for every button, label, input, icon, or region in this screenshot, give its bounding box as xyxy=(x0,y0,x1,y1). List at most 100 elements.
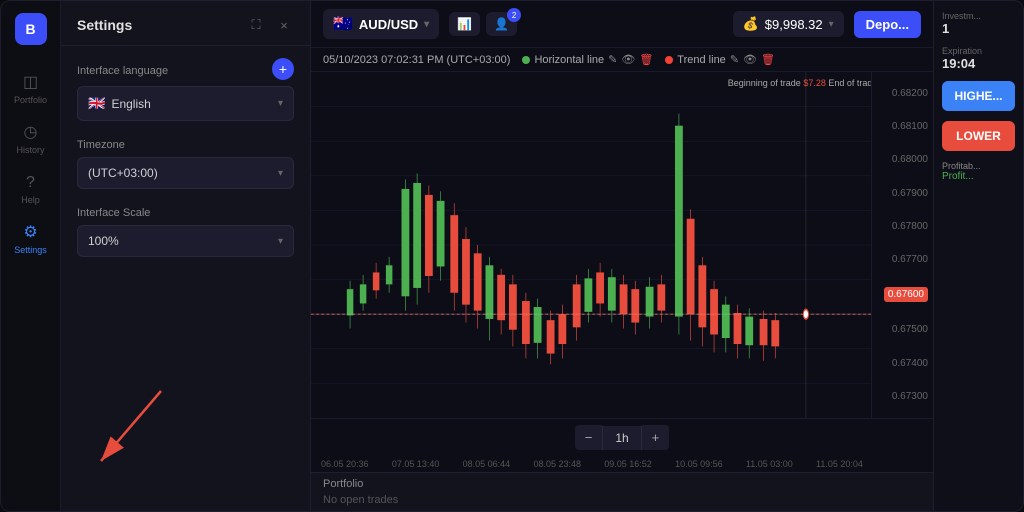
scale-select[interactable]: 100% ▾ xyxy=(77,225,294,257)
price-level-2: 0.68100 xyxy=(892,121,928,132)
pair-flag-icon: 🇦🇺 xyxy=(333,14,353,34)
sidebar-item-help[interactable]: ? Help xyxy=(1,165,60,215)
help-icon: ? xyxy=(26,175,35,191)
price-level-6: 0.67700 xyxy=(892,254,928,265)
horizontal-line-label: Horizontal line xyxy=(534,54,604,66)
sidebar-item-settings[interactable]: ⚙ Settings xyxy=(1,215,60,265)
investment-label: Investm... xyxy=(942,11,1015,21)
sidebar-item-history[interactable]: ◷ History xyxy=(1,115,60,165)
time-label-7: 11.05 03:00 xyxy=(746,459,793,469)
deposit-button[interactable]: Depo... xyxy=(854,11,921,38)
sidebar-item-label: History xyxy=(16,145,44,155)
settings-body: Interface language + 🇬🇧 English ▾ Timezo… xyxy=(61,46,310,273)
time-label-3: 08.05 06:44 xyxy=(463,459,511,469)
trend-line-tool[interactable]: Trend line ✎ 👁 🗑 xyxy=(665,53,775,66)
flag-icon: 🇬🇧 xyxy=(88,95,105,112)
sidebar-item-label: Settings xyxy=(14,245,47,255)
price-level-4: 0.67900 xyxy=(892,188,928,199)
timezone-field: Timezone (UTC+03:00) ▾ xyxy=(77,139,294,189)
top-bar: 🇦🇺 AUD/USD ▾ 📊 👤 2 💰 $9,998.32 ▾ Depo... xyxy=(311,1,933,48)
investment-section: Investm... 1 xyxy=(942,11,1015,36)
price-level-1: 0.68200 xyxy=(892,88,928,99)
horizontal-line-tool[interactable]: Horizontal line ✎ 👁 🗑 xyxy=(522,53,653,66)
timeframe-label: 1h xyxy=(602,426,641,450)
edit-icon2[interactable]: ✎ xyxy=(730,53,739,66)
settings-title: Settings xyxy=(77,17,132,33)
balance-value: $9,998.32 xyxy=(765,17,823,32)
chart-tools: 📊 👤 2 xyxy=(449,12,517,36)
eye-icon2[interactable]: 👁 xyxy=(743,53,757,66)
language-label: Interface language xyxy=(77,65,168,77)
settings-icon: ⚙ xyxy=(23,225,37,241)
app-logo: B xyxy=(15,13,47,45)
eye-icon[interactable]: 👁 xyxy=(621,53,635,66)
main-container: B ◫ Portfolio ◷ History ? Help ⚙ Setting… xyxy=(0,0,1024,512)
time-scale: 06.05 20:36 07.05 13:40 08.05 06:44 08.0… xyxy=(311,456,933,472)
sidebar-item-portfolio[interactable]: ◫ Portfolio xyxy=(1,65,60,115)
sidebar: B ◫ Portfolio ◷ History ? Help ⚙ Setting… xyxy=(1,1,61,511)
portfolio-empty: No open trades xyxy=(323,494,921,506)
timezone-select[interactable]: (UTC+03:00) ▾ xyxy=(77,157,294,189)
time-label-4: 08.05 23:48 xyxy=(533,459,581,469)
portfolio-bar: Portfolio No open trades xyxy=(311,472,933,511)
top-bar-right: 💰 $9,998.32 ▾ Depo... xyxy=(733,11,921,38)
profit-label: Profitab... xyxy=(942,161,1015,171)
sidebar-item-label: Help xyxy=(21,195,40,205)
language-value: English xyxy=(111,97,150,111)
lower-button[interactable]: LOWER xyxy=(942,121,1015,151)
price-level-9: 0.67400 xyxy=(892,358,928,369)
higher-button[interactable]: HIGHE... xyxy=(942,81,1015,111)
language-field: Interface language + 🇬🇧 English ▾ xyxy=(77,62,294,121)
price-scale: 0.68200 0.68100 0.68000 0.67900 0.67800 … xyxy=(871,72,933,418)
zoom-out-button[interactable]: − xyxy=(575,425,603,450)
profit-value: Profit... xyxy=(942,171,1015,182)
expand-button[interactable]: ⛶ xyxy=(246,15,266,35)
delete-icon[interactable]: 🗑 xyxy=(639,53,653,66)
portfolio-title: Portfolio xyxy=(323,478,921,490)
delete-icon2[interactable]: 🗑 xyxy=(761,53,775,66)
balance-button[interactable]: 💰 $9,998.32 ▾ xyxy=(733,11,844,37)
chart-toolbar: 05/10/2023 07:02:31 PM (UTC+03:00) Horiz… xyxy=(311,48,933,72)
chart-area: 🇦🇺 AUD/USD ▾ 📊 👤 2 💰 $9,998.32 ▾ Depo... xyxy=(311,1,933,511)
settings-header: Settings ⛶ × xyxy=(61,1,310,46)
balance-chevron-icon: ▾ xyxy=(829,19,834,30)
trend-line-label: Trend line xyxy=(677,54,726,66)
red-arrow-indicator xyxy=(71,381,191,481)
zoom-in-button[interactable]: + xyxy=(642,425,670,450)
candlestick-chart xyxy=(311,72,871,418)
price-level-5: 0.67800 xyxy=(892,221,928,232)
scale-field: Interface Scale 100% ▾ xyxy=(77,207,294,257)
settings-panel: Settings ⛶ × Interface language + 🇬🇧 Eng… xyxy=(61,1,311,511)
time-label-5: 09.05 16:52 xyxy=(604,459,652,469)
timezone-label: Timezone xyxy=(77,139,294,151)
chevron-down-icon: ▾ xyxy=(278,98,283,109)
add-language-button[interactable]: + xyxy=(272,58,294,80)
price-level-10: 0.67300 xyxy=(892,391,928,402)
pair-name: AUD/USD xyxy=(359,17,418,32)
settings-header-icons: ⛶ × xyxy=(246,15,294,35)
price-level-8: 0.67500 xyxy=(892,324,928,335)
time-label-8: 11.05 20:04 xyxy=(816,459,863,469)
history-icon: ◷ xyxy=(24,125,38,141)
pair-chevron-icon: ▾ xyxy=(424,19,429,30)
scale-label: Interface Scale xyxy=(77,207,294,219)
close-button[interactable]: × xyxy=(274,15,294,35)
indicators-button[interactable]: 📊 xyxy=(449,12,480,36)
wallet-icon: 💰 xyxy=(743,16,759,32)
trend-line-dot xyxy=(665,56,673,64)
chevron-down-icon: ▾ xyxy=(278,236,283,247)
scale-value: 100% xyxy=(88,234,119,248)
edit-icon[interactable]: ✎ xyxy=(608,53,617,66)
profit-section: Profitab... Profit... xyxy=(942,161,1015,182)
notifications-button[interactable]: 👤 2 xyxy=(486,12,517,36)
language-select[interactable]: 🇬🇧 English ▾ xyxy=(77,86,294,121)
current-price: 0.67600 xyxy=(884,287,928,302)
chart-timestamp: 05/10/2023 07:02:31 PM (UTC+03:00) xyxy=(323,54,510,66)
portfolio-icon: ◫ xyxy=(23,75,38,91)
pair-selector[interactable]: 🇦🇺 AUD/USD ▾ xyxy=(323,9,439,39)
right-panel: Investm... 1 Expiration 19:04 HIGHE... L… xyxy=(933,1,1023,511)
investment-value: 1 xyxy=(942,21,1015,36)
chevron-down-icon: ▾ xyxy=(278,168,283,179)
time-controls: − 1h + xyxy=(311,418,933,456)
expiration-label: Expiration xyxy=(942,46,1015,56)
